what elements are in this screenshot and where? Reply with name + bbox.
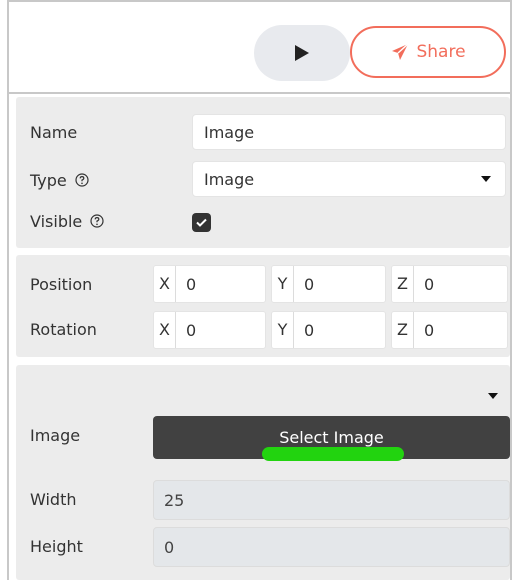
position-x-field[interactable]: X 0 (153, 265, 266, 303)
name-label: Name (30, 123, 78, 142)
axis-y-label: Y (272, 266, 294, 302)
type-label: Type (30, 171, 67, 190)
axis-z-label: Z (392, 312, 414, 348)
position-y-value: 0 (304, 274, 315, 294)
image-properties-panel: Image Select Image Width 25 Height 0 (16, 365, 510, 580)
rotation-label: Rotation (30, 320, 97, 339)
width-value: 25 (164, 490, 185, 510)
width-label: Width (30, 490, 77, 509)
chevron-down-icon (481, 176, 491, 182)
chevron-down-icon[interactable] (488, 393, 498, 399)
type-value: Image (204, 169, 255, 189)
rotation-y-value: 0 (304, 320, 315, 340)
type-select[interactable]: Image (192, 161, 506, 197)
visible-label-wrap: Visible (30, 212, 104, 231)
width-field[interactable]: 25 (153, 480, 510, 520)
visible-label: Visible (30, 212, 83, 231)
position-x-value: 0 (186, 274, 197, 294)
rotation-z-value: 0 (424, 320, 435, 340)
select-image-label: Select Image (279, 428, 384, 447)
image-label: Image (30, 426, 81, 445)
height-value: 0 (164, 537, 175, 557)
axis-x-label: X (154, 266, 176, 302)
help-icon[interactable] (75, 173, 89, 187)
axis-z-label: Z (392, 266, 414, 302)
position-z-value: 0 (424, 274, 435, 294)
axis-y-label: Y (272, 312, 294, 348)
position-label: Position (30, 275, 93, 294)
transform-panel: Position X 0 Y 0 Z 0 Rotation X 0 Y 0 Z … (16, 255, 510, 357)
highlight-marker (262, 447, 404, 461)
rotation-x-value: 0 (186, 320, 197, 340)
name-input[interactable]: Image (192, 114, 506, 150)
axis-x-label: X (154, 312, 176, 348)
rotation-x-field[interactable]: X 0 (153, 311, 266, 349)
rotation-z-field[interactable]: Z 0 (391, 311, 508, 349)
object-properties-panel: Name Image Type Image Visible (16, 97, 510, 248)
share-button[interactable]: Share (350, 26, 506, 78)
position-y-field[interactable]: Y 0 (271, 265, 386, 303)
position-z-field[interactable]: Z 0 (391, 265, 508, 303)
visible-checkbox[interactable] (192, 213, 211, 232)
rotation-y-field[interactable]: Y 0 (271, 311, 386, 349)
play-icon (295, 45, 309, 61)
paper-plane-icon (392, 43, 409, 60)
play-button[interactable] (254, 25, 350, 81)
help-icon[interactable] (90, 214, 104, 228)
type-label-wrap: Type (30, 171, 89, 190)
toolbar: Share (9, 2, 510, 92)
name-value: Image (204, 122, 255, 142)
height-field[interactable]: 0 (153, 527, 510, 567)
checkmark-icon (196, 218, 207, 227)
toolbar-divider (9, 92, 510, 94)
share-label: Share (416, 42, 466, 62)
height-label: Height (30, 537, 83, 556)
